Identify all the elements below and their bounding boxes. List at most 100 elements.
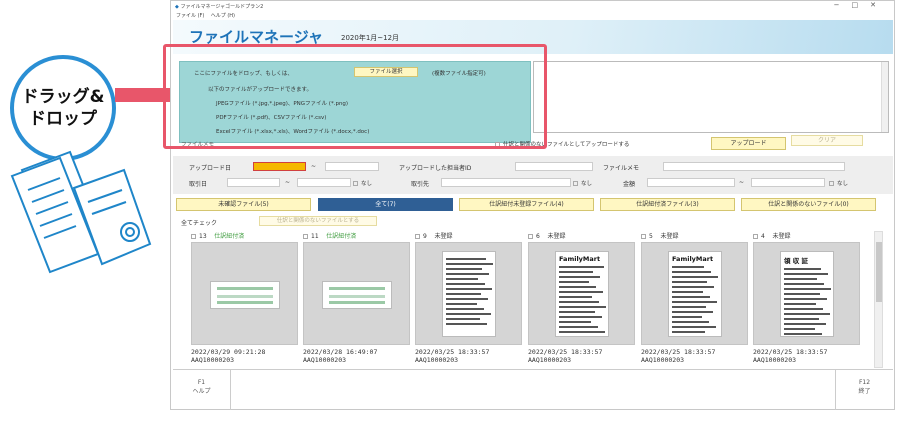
upload-date-label: アップロード日: [189, 165, 232, 172]
card-thumbnail[interactable]: FamilyMart: [641, 242, 748, 345]
file-memo-filter-input[interactable]: [663, 162, 845, 171]
card-thumbnail[interactable]: FamilyMart: [528, 242, 635, 345]
file-card[interactable]: 5 未登録 FamilyMart 2022/03/25 18:33:57 AAQ100…: [641, 231, 749, 364]
receipt-logo: FamilyMart: [672, 255, 714, 263]
window-controls: −□✕: [834, 1, 888, 9]
memo-scrollbar[interactable]: [881, 62, 888, 132]
card-number: 5: [649, 233, 653, 240]
upload-date-to-input[interactable]: [325, 162, 379, 171]
file-card[interactable]: 9 未登録 2022/03/25 18:33:57 AAQ10000203: [415, 231, 523, 364]
card-date: 2022/03/25 18:33:57: [528, 348, 603, 356]
card-id: AAQ10000203: [415, 356, 459, 364]
card-number: 11: [311, 233, 319, 240]
amount-none[interactable]: なし: [829, 179, 848, 187]
filter-panel: アップロード日 ~ アップロードした担当者ID ファイルメモ 取引日 ~ なし …: [173, 156, 893, 194]
upload-date-from-input[interactable]: [253, 162, 306, 171]
cards-scroll-thumb[interactable]: [876, 242, 882, 302]
card-date: 2022/03/25 18:33:57: [641, 348, 716, 356]
menu-help[interactable]: ヘルプ (H): [211, 13, 235, 19]
card-status: 未登録: [434, 233, 453, 240]
function-key-bar: F1 ヘルプ F12 終了: [173, 369, 893, 410]
card-date: 2022/03/28 16:49:07: [303, 348, 378, 356]
menu-bar: ファイル (F) ヘルプ (H): [171, 11, 894, 20]
card-header: 13 仕訳紐付済: [191, 231, 299, 240]
card-header: 4 未登録: [753, 231, 861, 240]
card-checkbox[interactable]: [191, 234, 196, 239]
card-id: AAQ10000203: [303, 356, 347, 364]
callout-line-1: ドラッグ&: [21, 87, 105, 107]
card-id: AAQ10000203: [753, 356, 797, 364]
uploader-input[interactable]: [515, 162, 593, 171]
tab-unlinked[interactable]: 仕訳紐付未登録ファイル(4): [459, 198, 594, 211]
card-date: 2022/03/29 09:21:28: [191, 348, 266, 356]
card-thumbnail[interactable]: [191, 242, 298, 345]
card-id: AAQ10000203: [191, 356, 235, 364]
card-status: 未登録: [660, 233, 679, 240]
minimize-button[interactable]: −: [834, 1, 852, 9]
checkbox-icon[interactable]: [573, 181, 578, 186]
slip-document: [322, 281, 392, 309]
mark-unrelated-button[interactable]: 仕訳と関係のないファイルとする: [259, 216, 377, 226]
card-number: 13: [199, 233, 207, 240]
card-thumbnail[interactable]: [415, 242, 522, 345]
maximize-button[interactable]: □: [852, 1, 871, 9]
title-bar: ◆ ファイルマネージャゴールドプラン2: [171, 1, 894, 11]
card-status: 未登録: [772, 233, 791, 240]
card-checkbox[interactable]: [528, 234, 533, 239]
partner-input[interactable]: [441, 178, 571, 187]
card-header: 11 仕訳紐付済: [303, 231, 411, 240]
amount-to-input[interactable]: [751, 178, 825, 187]
amount-from-input[interactable]: [647, 178, 735, 187]
card-number: 4: [761, 233, 765, 240]
card-status: 未登録: [547, 233, 566, 240]
card-status: 仕訳紐付済: [326, 233, 357, 240]
cards-scrollbar[interactable]: [874, 231, 883, 368]
txn-date-tilde: ~: [285, 179, 291, 186]
file-card[interactable]: 6 未登録 FamilyMart 2022/03/25 18:33:57 AAQ100…: [528, 231, 636, 364]
card-checkbox[interactable]: [303, 234, 308, 239]
none-label: なし: [361, 181, 373, 187]
card-checkbox[interactable]: [415, 234, 420, 239]
card-date: 2022/03/25 18:33:57: [753, 348, 828, 356]
tab-all[interactable]: 全て(7): [318, 198, 453, 211]
none-label: なし: [581, 181, 593, 187]
card-thumbnail[interactable]: 領 収 証: [753, 242, 860, 345]
tab-linked[interactable]: 仕訳紐付済ファイル(3): [600, 198, 735, 211]
f12-exit-button[interactable]: F12 終了: [835, 370, 893, 410]
f1-help-button[interactable]: F1 ヘルプ: [173, 370, 231, 410]
close-button[interactable]: ✕: [870, 1, 888, 9]
clear-button[interactable]: クリア: [791, 135, 863, 146]
txn-date-none[interactable]: なし: [353, 179, 372, 187]
card-number: 6: [536, 233, 540, 240]
amount-label: 金額: [623, 181, 636, 188]
file-card[interactable]: 13 仕訳紐付済 2022/03/29 09:21:28 AAQ10000203: [191, 231, 299, 364]
window-title: ファイルマネージャゴールドプラン2: [180, 4, 264, 10]
memo-textarea[interactable]: [533, 61, 889, 133]
file-memo-filter-label: ファイルメモ: [603, 165, 640, 172]
receipt-document: FamilyMart: [555, 251, 609, 337]
txn-date-from-input[interactable]: [227, 178, 280, 187]
file-card[interactable]: 11 仕訳紐付済 2022/03/28 16:49:07 AAQ10000203: [303, 231, 411, 364]
txn-date-to-input[interactable]: [297, 178, 351, 187]
tab-unconfirmed[interactable]: 未確認ファイル(5): [176, 198, 311, 211]
callout-line-2: ドロップ: [28, 109, 97, 129]
upload-button[interactable]: アップロード: [711, 137, 786, 150]
card-date: 2022/03/25 18:33:57: [415, 348, 490, 356]
card-header: 9 未登録: [415, 231, 523, 240]
f1-key: F1: [197, 379, 206, 386]
period-range: 2020年1月~12月: [341, 34, 400, 42]
checkbox-icon[interactable]: [353, 181, 358, 186]
partner-none[interactable]: なし: [573, 179, 592, 187]
file-card[interactable]: 4 未登録領 収 証 2022/03/25 18:33:57 AAQ10000203: [753, 231, 861, 364]
menu-file[interactable]: ファイル (F): [176, 13, 204, 19]
card-thumbnail[interactable]: [303, 242, 410, 345]
check-all-label[interactable]: 全てチェック: [181, 218, 217, 227]
tab-unrelated[interactable]: 仕訳と関係のないファイル(0): [741, 198, 876, 211]
txn-date-label: 取引日: [189, 181, 208, 188]
f1-label: ヘルプ: [192, 388, 211, 395]
card-checkbox[interactable]: [753, 234, 758, 239]
receipt-logo: FamilyMart: [559, 255, 601, 263]
checkbox-icon[interactable]: [829, 181, 834, 186]
card-checkbox[interactable]: [641, 234, 646, 239]
receipt-logo: 領 収 証: [784, 257, 809, 265]
